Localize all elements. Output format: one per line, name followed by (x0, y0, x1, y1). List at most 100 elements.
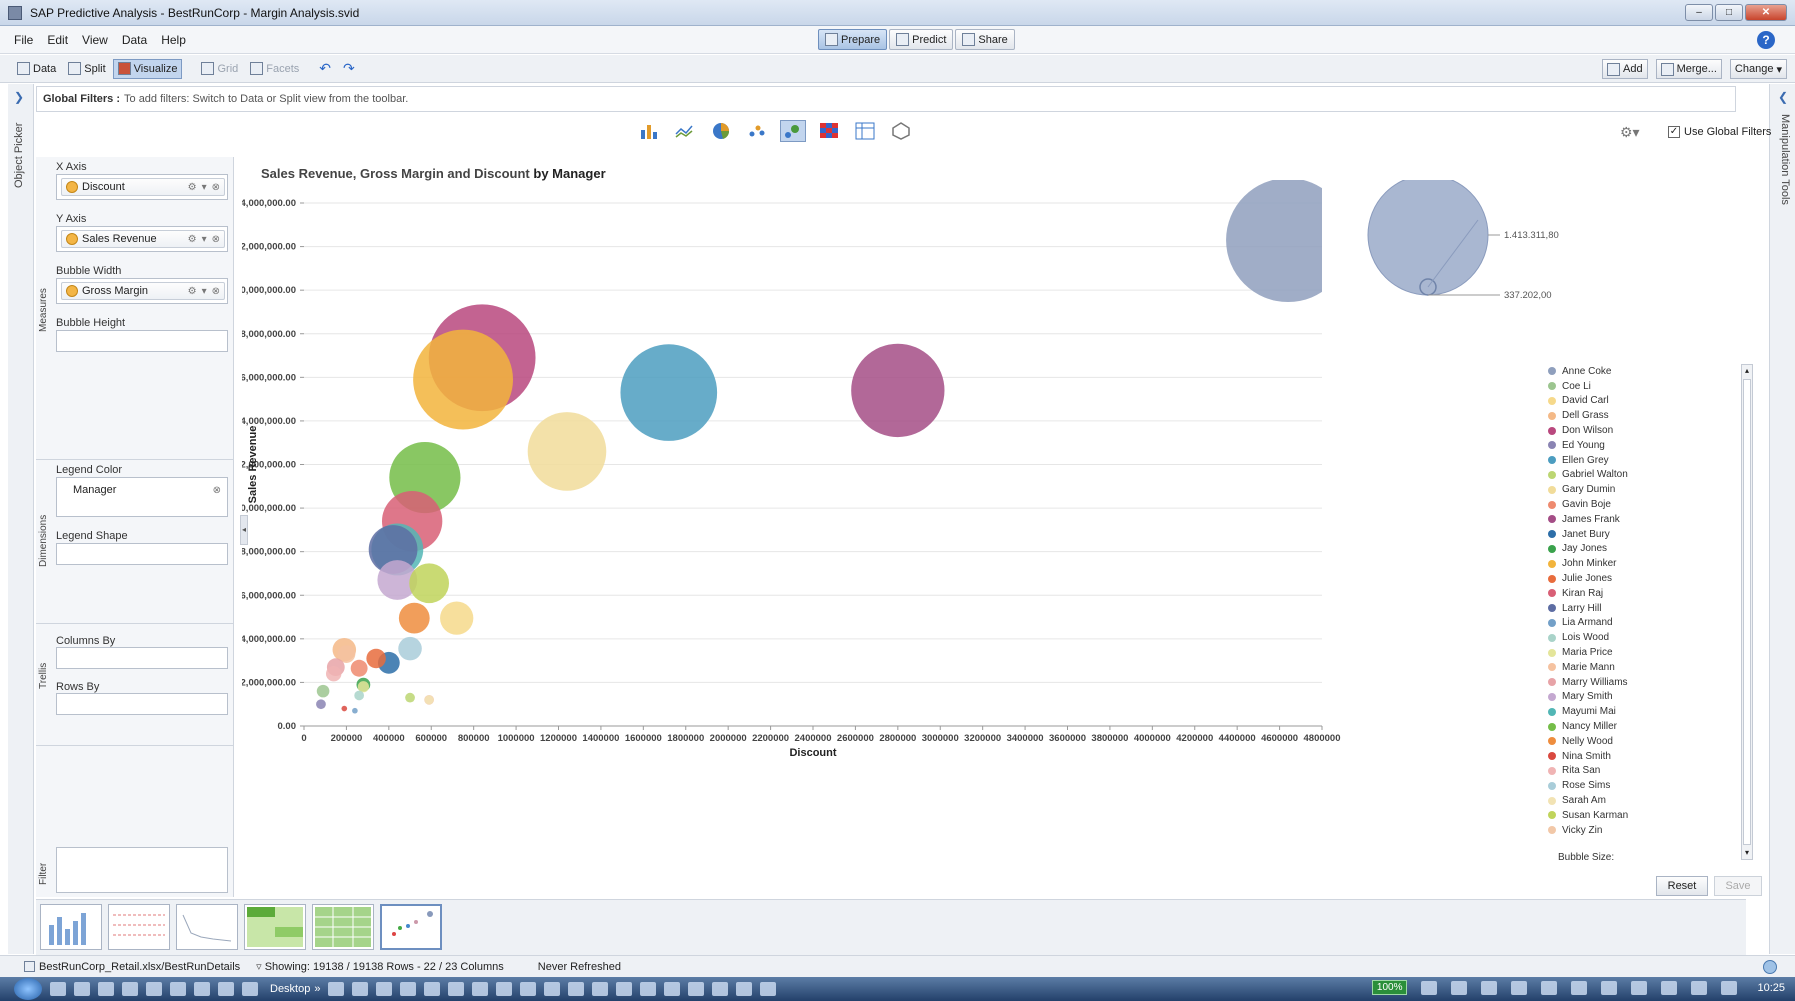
taskbar-app-icon[interactable] (194, 982, 210, 996)
legend-item[interactable]: Nancy Miller (1548, 719, 1738, 734)
legend-item[interactable]: Rose Sims (1548, 778, 1738, 793)
scroll-up-icon[interactable]: ▴ (1743, 366, 1751, 376)
taskbar-app-icon[interactable] (122, 982, 138, 996)
legend-item[interactable]: Ellen Grey (1548, 453, 1738, 468)
legend-item[interactable]: Nina Smith (1548, 749, 1738, 764)
bubble-chart-icon[interactable] (780, 120, 806, 142)
bubble-nina-smith[interactable] (341, 705, 348, 712)
scroll-thumb[interactable] (1743, 379, 1751, 845)
menu-file[interactable]: File (14, 33, 33, 47)
expand-icon[interactable]: ❯ (14, 90, 24, 104)
bubble-lia-armand[interactable] (352, 707, 358, 714)
settings-icon[interactable]: ⚙ (188, 286, 197, 297)
legend-item[interactable]: Gary Dumin (1548, 482, 1738, 497)
taskbar-quicklaunch-icon[interactable] (568, 982, 585, 996)
tray-icon[interactable] (1451, 980, 1468, 995)
taskbar-quicklaunch-icon[interactable] (760, 982, 777, 996)
data-view-button[interactable]: Data (12, 59, 61, 79)
heatmap-icon[interactable] (816, 120, 842, 142)
legend-item[interactable]: Dell Grass (1548, 408, 1738, 423)
taskbar-quicklaunch-icon[interactable] (736, 982, 753, 996)
legend-item[interactable]: James Frank (1548, 512, 1738, 527)
legend-item[interactable]: Maria Price (1548, 645, 1738, 660)
chevron-down-icon[interactable]: ▾ (202, 182, 207, 193)
scatter-chart-icon[interactable] (744, 120, 770, 142)
save-button[interactable]: Save (1714, 876, 1762, 896)
grid-button[interactable]: Grid (196, 59, 243, 79)
taskbar-quicklaunch-icon[interactable] (712, 982, 729, 996)
taskbar-quicklaunch-icon[interactable] (400, 982, 417, 996)
start-button[interactable] (14, 978, 42, 1000)
predict-button[interactable]: Predict (889, 29, 954, 50)
undo-icon[interactable]: ↶ (314, 59, 336, 79)
menu-data[interactable]: Data (122, 33, 147, 47)
legend-item[interactable]: Larry Hill (1548, 601, 1738, 616)
tray-icon[interactable] (1601, 980, 1618, 995)
thumbnail-bar-chart[interactable] (40, 904, 102, 950)
thumbnail-heatmap[interactable] (244, 904, 306, 950)
x-axis-slot[interactable]: Discount ⚙ ▾ ⊗ (56, 174, 228, 200)
bubble-anne-coke[interactable] (1226, 180, 1350, 303)
collapse-icon[interactable]: ❮ (1778, 90, 1788, 104)
bubble-gavin-boje[interactable] (350, 659, 368, 677)
globe-icon[interactable] (1763, 959, 1777, 974)
thumbnail-grid[interactable] (312, 904, 374, 950)
rows-by-slot[interactable] (56, 693, 228, 715)
legend-item[interactable]: Mayumi Mai (1548, 704, 1738, 719)
reset-button[interactable]: Reset (1656, 876, 1708, 896)
remove-icon[interactable]: ⊗ (212, 286, 220, 297)
taskbar-quicklaunch-icon[interactable] (376, 982, 393, 996)
remove-icon[interactable]: ⊗ (212, 182, 220, 193)
bubble-width-slot[interactable]: Gross Margin ⚙ ▾ ⊗ (56, 278, 228, 304)
legend-item[interactable]: Lia Armand (1548, 616, 1738, 631)
taskbar-quicklaunch-icon[interactable] (328, 982, 345, 996)
battery-indicator[interactable]: 100% (1371, 980, 1408, 995)
legend-color-dimension-pill[interactable]: Manager ⊗ (61, 481, 225, 499)
checkbox-icon[interactable]: ✓ (1668, 126, 1680, 138)
filter-slot[interactable] (56, 847, 228, 893)
chevron-down-icon[interactable]: ▾ (202, 286, 207, 297)
y-axis-slot[interactable]: Sales Revenue ⚙ ▾ ⊗ (56, 226, 228, 252)
legend-item[interactable]: Janet Bury (1548, 527, 1738, 542)
facets-button[interactable]: Facets (245, 59, 304, 79)
settings-icon[interactable]: ⚙ (188, 182, 197, 193)
tray-icon[interactable] (1691, 980, 1708, 995)
visualize-view-button[interactable]: Visualize (112, 58, 183, 79)
legend-scrollbar[interactable]: ▴ ▾ (1741, 364, 1753, 860)
taskbar-app-icon[interactable] (242, 982, 258, 996)
legend-item[interactable]: Lois Wood (1548, 630, 1738, 645)
bubble-chart[interactable]: 0.00 2,000,000.00 4,000,000.00 6,000,000.00… (242, 180, 1748, 870)
bubble-coe-li[interactable] (316, 684, 330, 698)
bubble-ed-young[interactable] (316, 699, 326, 710)
taskbar-quicklaunch-icon[interactable] (448, 982, 465, 996)
bubble-lois-wood[interactable] (354, 690, 365, 701)
taskbar-desktop[interactable]: Desktop (270, 983, 310, 995)
taskbar-quicklaunch-icon[interactable] (592, 982, 609, 996)
gear-icon[interactable]: ⚙▾ (1620, 124, 1640, 141)
taskbar-app-icon[interactable] (98, 982, 114, 996)
tray-icon[interactable] (1631, 980, 1648, 995)
crosstab-icon[interactable] (852, 120, 878, 142)
bubble-ellen-grey[interactable] (620, 344, 718, 441)
legend-item[interactable]: Ed Young (1548, 438, 1738, 453)
legend-item[interactable]: Anne Coke (1548, 364, 1738, 379)
object-picker-rail[interactable]: ❯ Object Picker (8, 84, 34, 954)
legend-item[interactable]: Don Wilson (1548, 423, 1738, 438)
bubble-susan-karman[interactable] (409, 563, 450, 604)
legend-item[interactable]: Vicky Zin (1548, 823, 1738, 838)
menu-view[interactable]: View (82, 33, 108, 47)
tray-icon[interactable] (1511, 980, 1528, 995)
bubble-david-carl[interactable] (440, 601, 474, 635)
remove-icon[interactable]: ⊗ (212, 234, 220, 245)
legend-item[interactable]: Jay Jones (1548, 542, 1738, 557)
tray-icon[interactable] (1661, 980, 1678, 995)
chevron-right-icon[interactable]: » (314, 983, 320, 995)
taskbar-quicklaunch-icon[interactable] (520, 982, 537, 996)
more-charts-icon[interactable] (888, 120, 914, 142)
prepare-button[interactable]: Prepare (818, 29, 888, 50)
bubble-gabriel-walton[interactable] (405, 692, 415, 703)
maximize-button[interactable]: □ (1715, 4, 1743, 21)
menu-help[interactable]: Help (161, 33, 186, 47)
bubble-john-minker[interactable] (413, 329, 513, 430)
y-axis-measure-pill[interactable]: Sales Revenue ⚙ ▾ ⊗ (61, 230, 225, 248)
